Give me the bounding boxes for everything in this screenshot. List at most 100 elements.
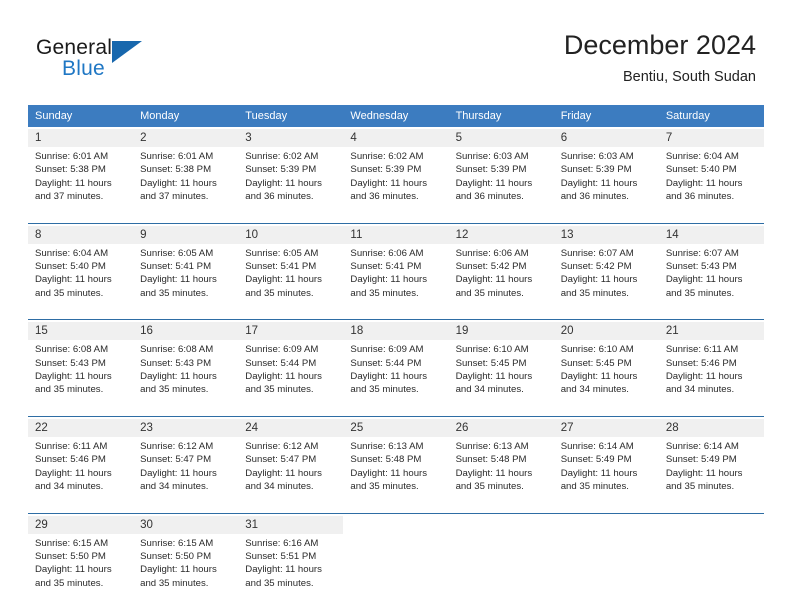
- day-sunrise-text: Sunrise: 6:12 AM: [140, 440, 214, 452]
- day-cell[interactable]: Sunrise: 6:07 AM Sunset: 5:42 PM Daylight:…: [553, 243, 659, 309]
- day-sunset-text: Sunset: 5:38 PM: [140, 164, 212, 176]
- day-cell[interactable]: Sunrise: 6:15 AM Sunset: 5:50 PM Daylight:…: [28, 533, 134, 599]
- day-daylight-2-text: and 36 minutes.: [245, 191, 314, 203]
- day-cell[interactable]: Sunrise: 6:02 AM Sunset: 5:39 PM Daylight:…: [343, 147, 449, 212]
- day-number[interactable]: 22: [28, 418, 134, 437]
- day-sunset-text: Sunset: 5:39 PM: [245, 164, 317, 176]
- day-cell[interactable]: Sunrise: 6:09 AM Sunset: 5:44 PM Daylight:…: [238, 340, 344, 405]
- weekday-header-row: Sunday Monday Tuesday Wednesday Thursday…: [28, 105, 764, 127]
- day-number[interactable]: 31: [238, 515, 344, 534]
- day-cell[interactable]: Sunrise: 6:16 AM Sunset: 5:51 PM Daylight:…: [238, 533, 344, 599]
- day-cell[interactable]: Sunrise: 6:12 AM Sunset: 5:47 PM Daylight:…: [238, 436, 344, 502]
- day-cell[interactable]: Sunrise: 6:08 AM Sunset: 5:43 PM Daylight:…: [133, 340, 239, 405]
- day-sunset-text: Sunset: 5:45 PM: [455, 357, 527, 369]
- day-cell[interactable]: Sunrise: 6:14 AM Sunset: 5:49 PM Daylight:…: [553, 436, 659, 502]
- day-cell[interactable]: Sunrise: 6:05 AM Sunset: 5:41 PM Daylight:…: [133, 243, 239, 309]
- day-number[interactable]: 27: [553, 418, 659, 437]
- day-number[interactable]: 15: [28, 322, 134, 341]
- day-cell[interactable]: Sunrise: 6:04 AM Sunset: 5:40 PM Daylight:…: [658, 147, 764, 212]
- day-number-row: 15 16 17 18 19 20 21: [28, 322, 764, 341]
- day-number[interactable]: 7: [658, 129, 764, 147]
- day-cell[interactable]: Sunrise: 6:04 AM Sunset: 5:40 PM Daylight:…: [28, 243, 134, 309]
- day-number[interactable]: 20: [553, 322, 659, 341]
- day-sunrise-text: Sunrise: 6:11 AM: [665, 344, 739, 356]
- day-number[interactable]: 13: [553, 225, 659, 244]
- day-cell[interactable]: Sunrise: 6:10 AM Sunset: 5:45 PM Daylight:…: [448, 340, 554, 405]
- weekday-header-monday: Monday: [133, 105, 239, 127]
- day-number[interactable]: 12: [448, 225, 554, 244]
- day-number[interactable]: 10: [238, 225, 344, 244]
- day-cell[interactable]: Sunrise: 6:15 AM Sunset: 5:50 PM Daylight:…: [133, 533, 239, 599]
- day-sunrise-text: Sunrise: 6:16 AM: [245, 537, 319, 549]
- day-info-row: Sunrise: 6:11 AM Sunset: 5:46 PM Daylight:…: [28, 436, 764, 502]
- day-number[interactable]: 1: [28, 129, 134, 147]
- day-daylight-2-text: and 36 minutes.: [560, 191, 629, 203]
- day-number[interactable]: 21: [658, 322, 764, 341]
- day-sunset-text: Sunset: 5:49 PM: [560, 454, 632, 466]
- day-number[interactable]: 6: [553, 129, 659, 147]
- day-number[interactable]: 11: [343, 225, 449, 244]
- day-number[interactable]: 4: [343, 129, 449, 147]
- day-cell[interactable]: Sunrise: 6:01 AM Sunset: 5:38 PM Daylight:…: [133, 147, 239, 212]
- day-cell[interactable]: Sunrise: 6:06 AM Sunset: 5:41 PM Daylight:…: [343, 243, 449, 309]
- day-cell[interactable]: Sunrise: 6:10 AM Sunset: 5:45 PM Daylight:…: [553, 340, 659, 405]
- day-cell[interactable]: Sunrise: 6:14 AM Sunset: 5:49 PM Daylight:…: [658, 436, 764, 502]
- day-daylight-2-text: and 35 minutes.: [560, 481, 629, 493]
- day-cell[interactable]: Sunrise: 6:11 AM Sunset: 5:46 PM Daylight:…: [28, 436, 134, 502]
- page-header: General Blue December 2024 Bentiu, South…: [0, 0, 792, 100]
- day-number[interactable]: 9: [133, 225, 239, 244]
- day-sunrise-text: Sunrise: 6:13 AM: [350, 440, 424, 452]
- day-daylight-1-text: Daylight: 11 hours: [560, 177, 638, 189]
- day-cell[interactable]: Sunrise: 6:12 AM Sunset: 5:47 PM Daylight:…: [133, 436, 239, 502]
- day-cell[interactable]: Sunrise: 6:13 AM Sunset: 5:48 PM Daylight:…: [343, 436, 449, 502]
- day-number[interactable]: 14: [658, 225, 764, 244]
- day-number[interactable]: 5: [448, 129, 554, 147]
- day-cell[interactable]: Sunrise: 6:09 AM Sunset: 5:44 PM Daylight:…: [343, 340, 449, 405]
- day-cell[interactable]: Sunrise: 6:13 AM Sunset: 5:48 PM Daylight:…: [448, 436, 554, 502]
- day-daylight-2-text: and 35 minutes.: [245, 577, 314, 589]
- day-number[interactable]: 24: [238, 418, 344, 437]
- day-cell[interactable]: Sunrise: 6:06 AM Sunset: 5:42 PM Daylight:…: [448, 243, 554, 309]
- day-number[interactable]: 30: [133, 515, 239, 534]
- week-spacer-cell: [28, 501, 764, 513]
- day-daylight-1-text: Daylight: 11 hours: [455, 177, 533, 189]
- day-sunset-text: Sunset: 5:42 PM: [560, 261, 632, 273]
- week-spacer: [28, 404, 764, 417]
- day-cell[interactable]: Sunrise: 6:03 AM Sunset: 5:39 PM Daylight:…: [553, 147, 659, 212]
- day-cell-empty: [448, 533, 554, 599]
- day-sunrise-text: Sunrise: 6:14 AM: [665, 440, 739, 452]
- day-daylight-2-text: and 34 minutes.: [455, 384, 524, 396]
- day-sunrise-text: Sunrise: 6:06 AM: [455, 247, 529, 259]
- day-number[interactable]: 18: [343, 322, 449, 341]
- day-cell[interactable]: Sunrise: 6:03 AM Sunset: 5:39 PM Daylight:…: [448, 147, 554, 212]
- day-cell[interactable]: Sunrise: 6:07 AM Sunset: 5:43 PM Daylight:…: [658, 243, 764, 309]
- day-daylight-2-text: and 35 minutes.: [35, 384, 104, 396]
- day-number[interactable]: 19: [448, 322, 554, 341]
- day-daylight-2-text: and 36 minutes.: [665, 191, 735, 203]
- day-number[interactable]: 23: [133, 418, 239, 437]
- day-cell[interactable]: Sunrise: 6:01 AM Sunset: 5:38 PM Daylight:…: [28, 147, 134, 212]
- day-daylight-1-text: Daylight: 11 hours: [560, 371, 638, 383]
- day-number-empty: [343, 515, 449, 534]
- day-cell[interactable]: Sunrise: 6:08 AM Sunset: 5:43 PM Daylight:…: [28, 340, 134, 405]
- day-number[interactable]: 26: [448, 418, 554, 437]
- calendar-container: Sunday Monday Tuesday Wednesday Thursday…: [28, 105, 764, 599]
- day-cell[interactable]: Sunrise: 6:11 AM Sunset: 5:46 PM Daylight:…: [658, 340, 764, 405]
- day-sunset-text: Sunset: 5:45 PM: [560, 357, 632, 369]
- general-blue-logo[interactable]: General Blue: [36, 36, 166, 88]
- day-sunset-text: Sunset: 5:47 PM: [245, 454, 317, 466]
- day-number[interactable]: 16: [133, 322, 239, 341]
- day-daylight-1-text: Daylight: 11 hours: [350, 467, 428, 479]
- day-number[interactable]: 29: [28, 515, 134, 534]
- day-cell[interactable]: Sunrise: 6:05 AM Sunset: 5:41 PM Daylight:…: [238, 243, 344, 309]
- day-number[interactable]: 17: [238, 322, 344, 341]
- day-number[interactable]: 28: [658, 418, 764, 437]
- day-number[interactable]: 3: [238, 129, 344, 147]
- day-daylight-2-text: and 35 minutes.: [350, 481, 419, 493]
- day-daylight-1-text: Daylight: 11 hours: [560, 274, 638, 286]
- day-number[interactable]: 8: [28, 225, 134, 244]
- day-cell[interactable]: Sunrise: 6:02 AM Sunset: 5:39 PM Daylight:…: [238, 147, 344, 212]
- day-daylight-2-text: and 35 minutes.: [245, 384, 314, 396]
- day-number[interactable]: 2: [133, 129, 239, 147]
- day-number[interactable]: 25: [343, 418, 449, 437]
